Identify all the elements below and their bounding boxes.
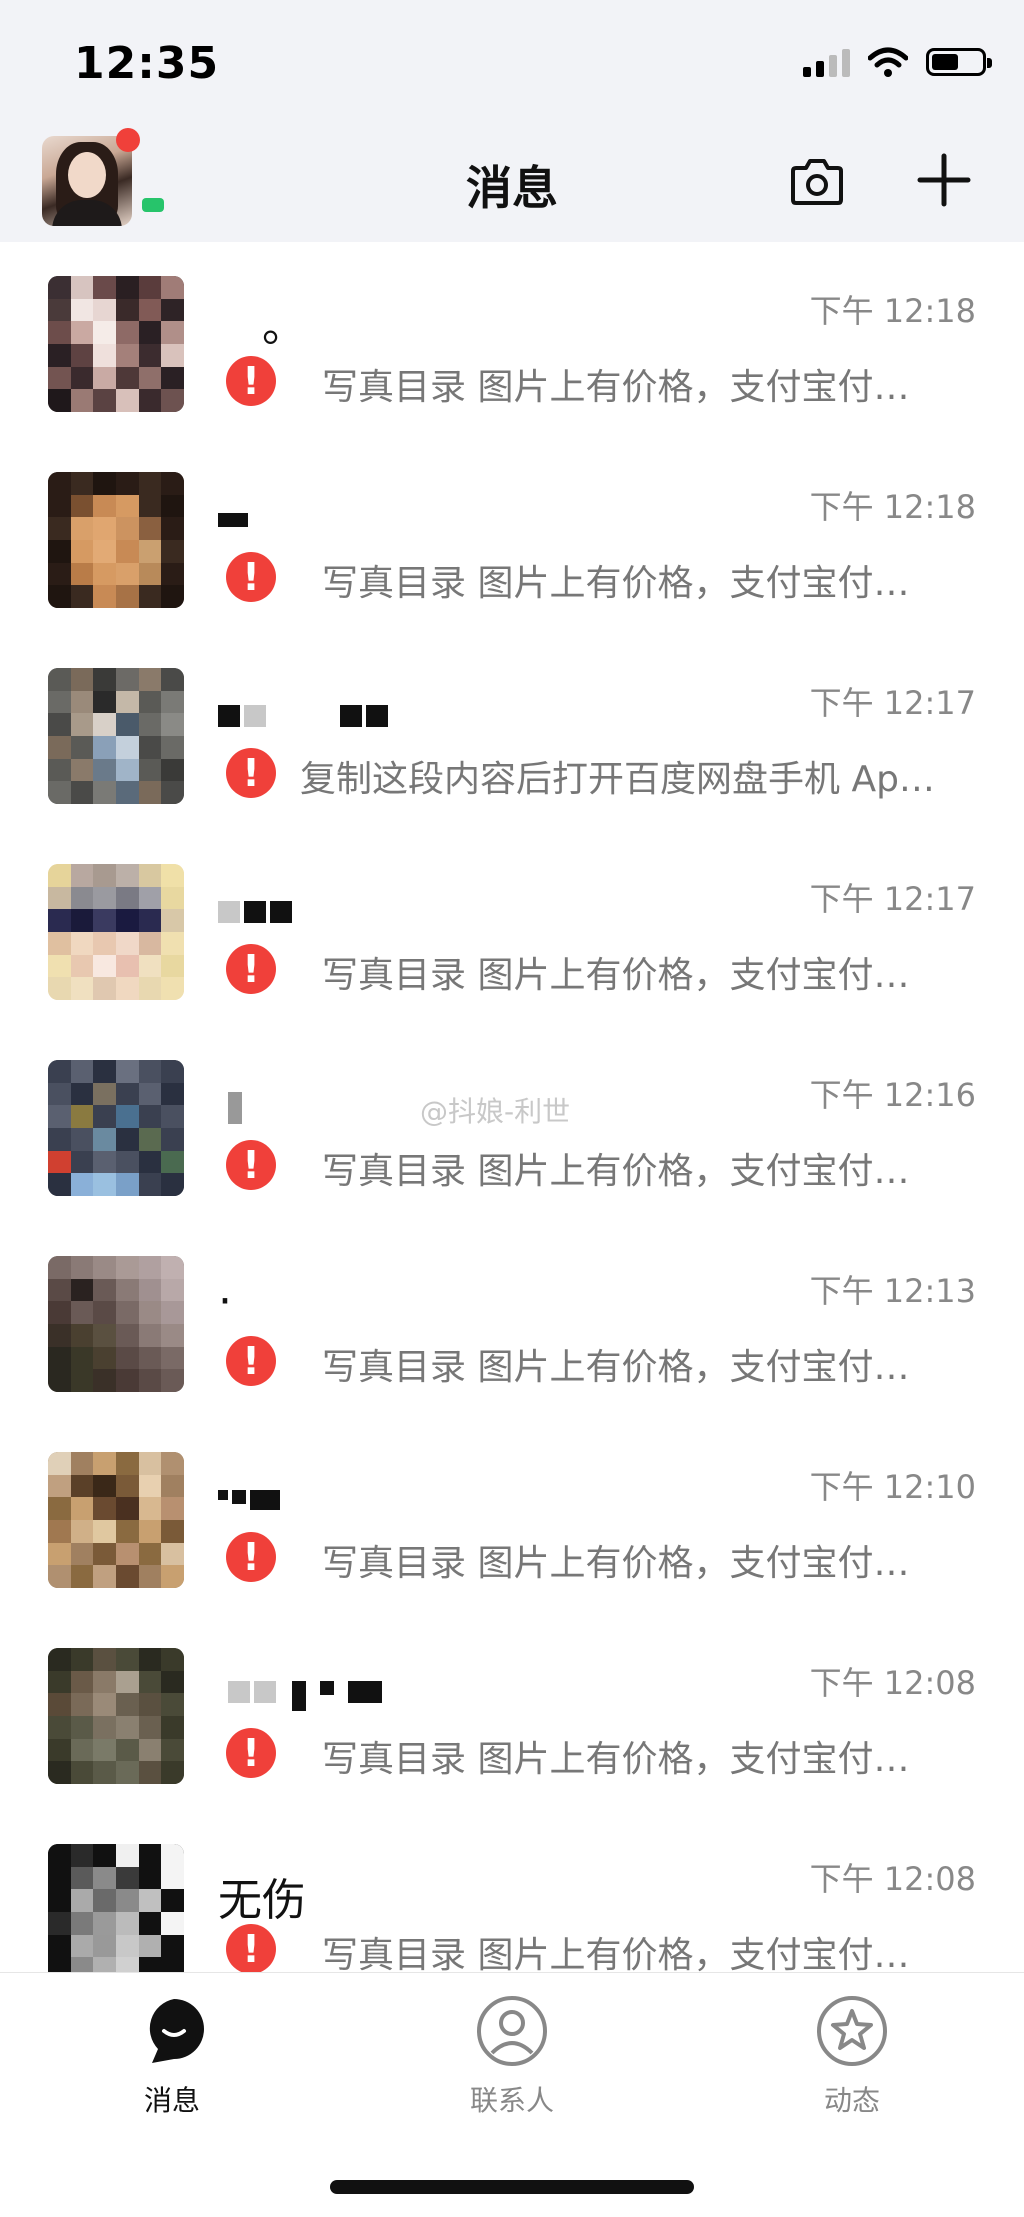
alert-icon: ! <box>226 748 276 798</box>
notification-badge <box>116 128 140 152</box>
message-time: 下午 12:13 <box>809 1272 976 1310</box>
conversation-row[interactable]: 无伤 下午 12:08 ! 写真目录 图片上有价格，支付宝付… <box>0 1810 1024 1972</box>
contact-name <box>218 1472 280 1524</box>
battery-icon <box>926 48 992 76</box>
contact-avatar[interactable] <box>48 1452 184 1588</box>
contact-avatar[interactable] <box>48 668 184 804</box>
alert-icon: ! <box>226 1728 276 1778</box>
wifi-icon <box>868 47 908 77</box>
cellular-signal-icon <box>803 47 850 77</box>
alert-icon: ! <box>226 356 276 406</box>
page-title: 消息 <box>466 161 558 215</box>
redacted-name <box>218 1490 280 1510</box>
tab-messages[interactable]: 消息 <box>92 1993 252 2119</box>
nav-bar: 消息 <box>0 120 1024 242</box>
contact-avatar[interactable] <box>48 864 184 1000</box>
contact-name: · <box>218 1276 232 1327</box>
alert-icon: ! <box>226 1140 276 1190</box>
message-preview: 写真目录 图片上有价格，支付宝付… <box>322 1151 910 1192</box>
alert-icon: ! <box>226 944 276 994</box>
add-icon[interactable] <box>916 152 972 208</box>
message-time: 下午 12:08 <box>809 1860 976 1898</box>
conversation-row[interactable]: · 下午 12:13 ! 写真目录 图片上有价格，支付宝付… <box>0 1222 1024 1418</box>
contact-name <box>228 1080 288 1132</box>
alert-icon: ! <box>226 1532 276 1582</box>
tab-contacts[interactable]: 联系人 <box>432 1993 592 2119</box>
tab-label: 联系人 <box>469 2084 554 2117</box>
contact-name <box>228 1668 382 1720</box>
redacted-name <box>228 1681 382 1711</box>
message-preview: 写真目录 图片上有价格，支付宝付… <box>322 1935 910 1972</box>
contact-name <box>218 492 278 544</box>
home-indicator[interactable] <box>330 2180 694 2194</box>
conversation-row[interactable]: 下午 12:17 ! 复制这段内容后打开百度网盘手机 Ap… <box>0 634 1024 830</box>
message-preview: 写真目录 图片上有价格，支付宝付… <box>322 563 910 604</box>
message-time: 下午 12:17 <box>809 880 976 918</box>
conversation-row[interactable]: 下午 12:10 ! 写真目录 图片上有价格，支付宝付… <box>0 1418 1024 1614</box>
conversation-row[interactable]: 下午 12:17 ! 写真目录 图片上有价格，支付宝付… <box>0 830 1024 1026</box>
contact-avatar[interactable] <box>48 1060 184 1196</box>
tab-label: 消息 <box>143 2084 200 2117</box>
tab-moments[interactable]: 动态 <box>772 1993 932 2119</box>
contact-name <box>218 688 388 740</box>
message-time: 下午 12:17 <box>809 684 976 722</box>
status-icons <box>803 46 992 78</box>
conversation-row[interactable]: 下午 12:08 ! 写真目录 图片上有价格，支付宝付… <box>0 1614 1024 1810</box>
message-time: 下午 12:10 <box>809 1468 976 1506</box>
message-preview: 写真目录 图片上有价格，支付宝付… <box>322 1543 910 1584</box>
contact-avatar[interactable] <box>48 472 184 608</box>
person-icon <box>477 1996 547 2066</box>
message-time: 下午 12:16 <box>809 1076 976 1114</box>
contact-avatar[interactable] <box>48 276 184 412</box>
contact-avatar[interactable] <box>48 1844 184 1972</box>
star-icon <box>817 1996 887 2066</box>
camera-icon[interactable] <box>790 156 844 206</box>
alert-icon: ! <box>226 552 276 602</box>
contact-avatar[interactable] <box>48 1648 184 1784</box>
message-time: 下午 12:08 <box>809 1664 976 1702</box>
message-time: 下午 12:18 <box>809 488 976 526</box>
message-preview: 复制这段内容后打开百度网盘手机 Ap… <box>300 759 935 800</box>
contact-name: 。 <box>262 301 306 352</box>
message-preview: 写真目录 图片上有价格，支付宝付… <box>322 367 910 408</box>
contact-name: 无伤 <box>218 1875 306 1926</box>
redacted-name <box>218 901 292 923</box>
conversation-row[interactable]: 。 下午 12:18 ! 写真目录 图片上有价格，支付宝付… <box>0 242 1024 438</box>
tab-label: 动态 <box>823 2084 880 2117</box>
redacted-name <box>218 705 388 727</box>
redacted-name <box>228 1092 242 1124</box>
conversation-row[interactable]: 下午 12:18 ! 写真目录 图片上有价格，支付宝付… <box>0 438 1024 634</box>
message-time: 下午 12:18 <box>809 292 976 330</box>
alert-icon: ! <box>226 1924 276 1972</box>
redacted-name <box>218 513 248 527</box>
status-bar: 12:35 <box>0 0 1024 120</box>
watermark: @抖娘-利世 <box>420 1095 571 1128</box>
status-time: 12:35 <box>74 38 220 89</box>
alert-icon: ! <box>226 1336 276 1386</box>
chat-bubble-icon <box>149 1999 204 2063</box>
message-preview: 写真目录 图片上有价格，支付宝付… <box>322 1347 910 1388</box>
contact-name <box>218 884 292 936</box>
contact-avatar[interactable] <box>48 1256 184 1392</box>
message-preview: 写真目录 图片上有价格，支付宝付… <box>322 1739 910 1780</box>
message-preview: 写真目录 图片上有价格，支付宝付… <box>322 955 910 996</box>
